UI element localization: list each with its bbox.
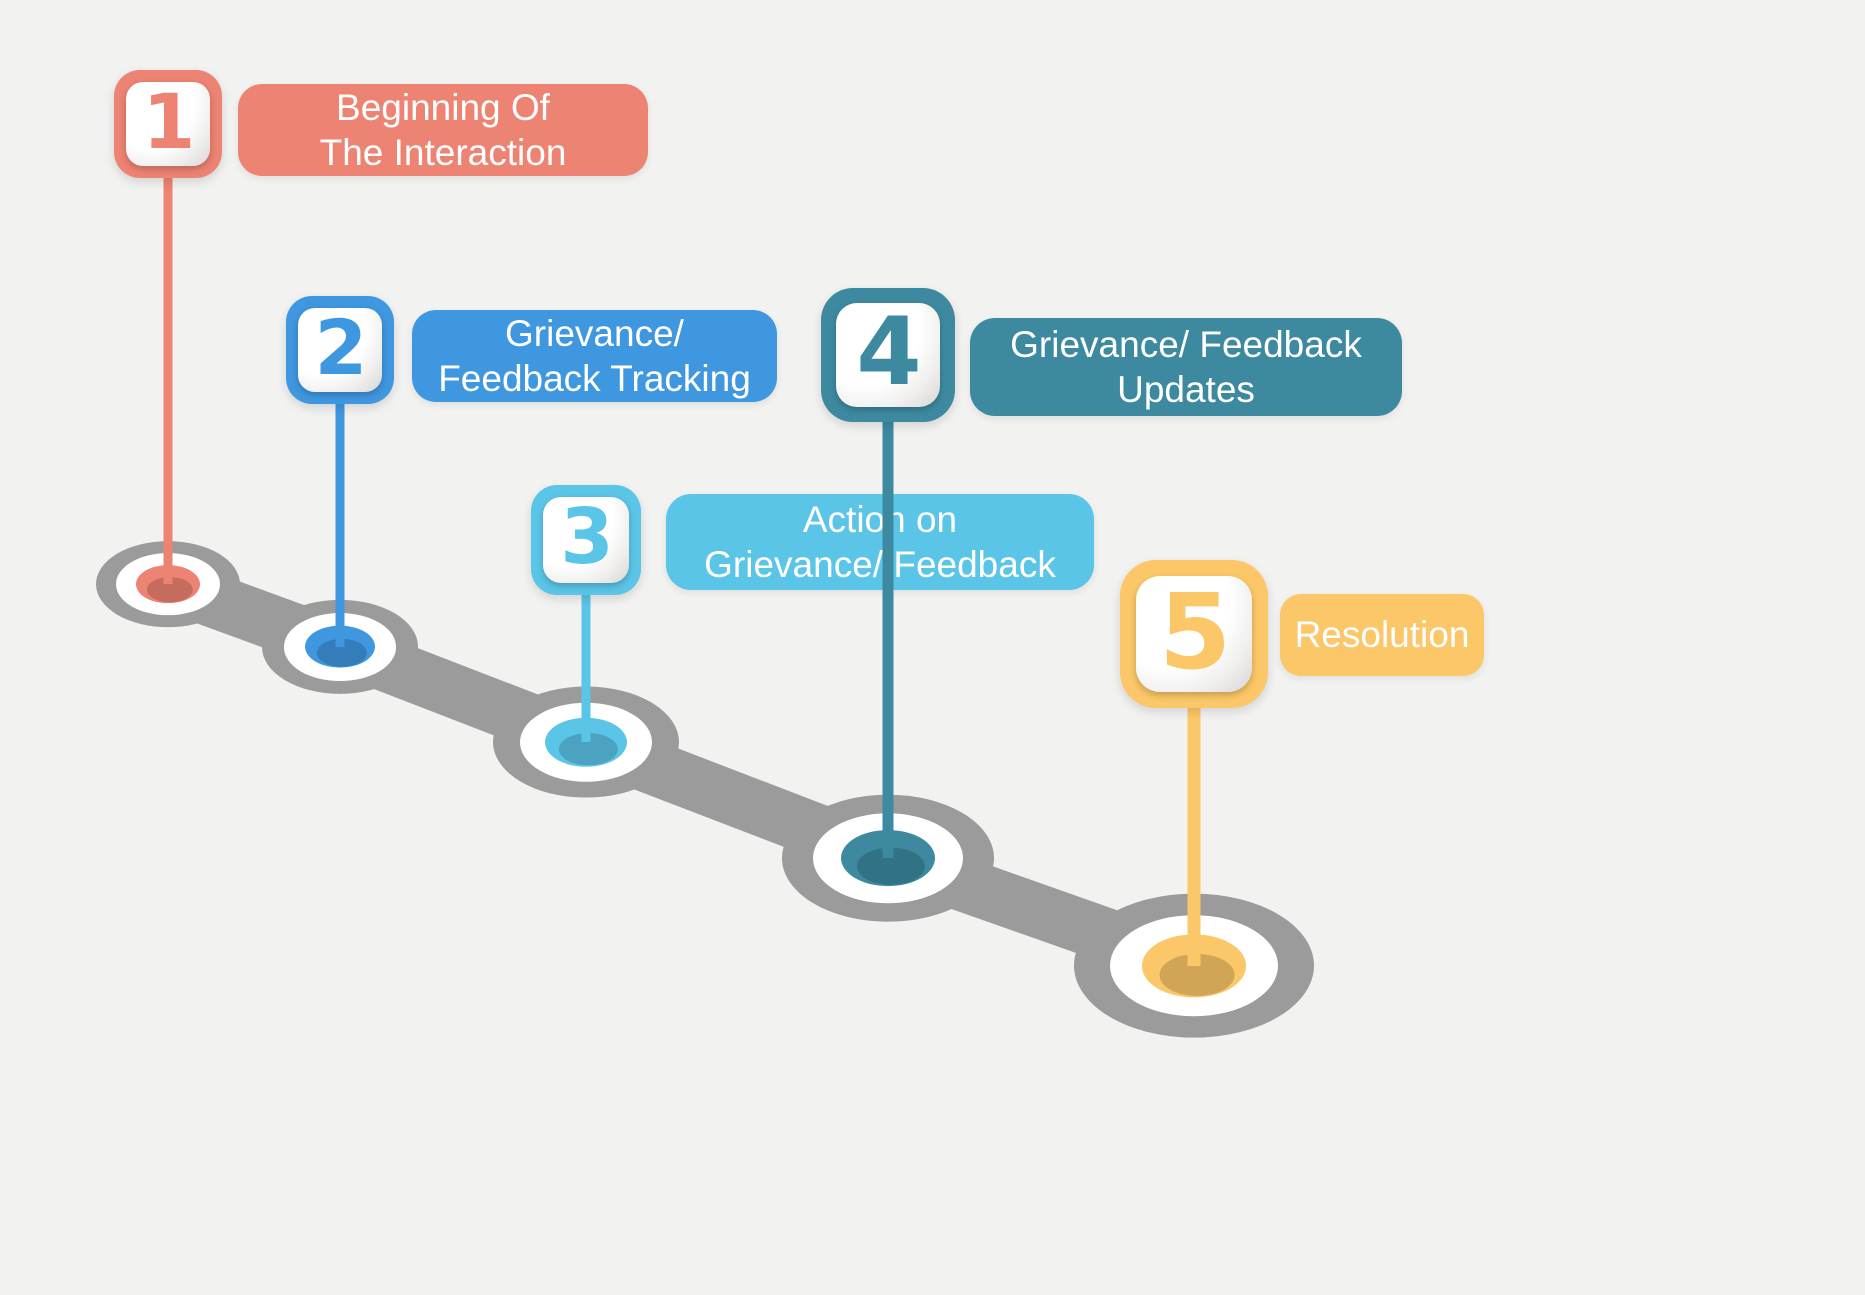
step-label-line: Grievance/ (505, 312, 684, 354)
step-number-4: 4 (856, 297, 921, 407)
step-label-3[interactable]: Action on Grievance/ Feedback (666, 494, 1094, 590)
connector-stem-1 (163, 178, 173, 584)
step-number-3: 3 (560, 493, 614, 583)
step-number-1: 1 (142, 76, 196, 166)
connector-stem-3 (581, 595, 591, 742)
step-badge-2[interactable]: 2 (286, 296, 394, 404)
step-label-4[interactable]: Grievance/ Feedback Updates (970, 318, 1402, 416)
step-badge-4[interactable]: 4 (821, 288, 955, 422)
step-label-1[interactable]: Beginning Of The Interaction (238, 84, 648, 176)
connector-stem-5 (1187, 708, 1201, 966)
step-label-line: Grievance/ Feedback (704, 544, 1056, 585)
step-label-line: Feedback Tracking (438, 358, 751, 399)
infographic-canvas: 1 Beginning Of The Interaction 2 Grievance/F… (0, 0, 1865, 1295)
step-number-5: 5 (1158, 571, 1231, 693)
connector-stem-2 (335, 404, 345, 647)
step-label-2[interactable]: Grievance/Feedback Tracking (412, 310, 777, 402)
step-label-line: The Interaction (319, 132, 567, 173)
step-label-5[interactable]: Resolution (1280, 594, 1484, 676)
step-badge-tile: 2 (297, 302, 383, 393)
step-badge-tile: 5 (1136, 571, 1252, 693)
step-badge-tile: 4 (835, 297, 941, 408)
step-label-line: Beginning Of (336, 86, 550, 128)
connector-stem-4 (882, 422, 894, 858)
step-label-line: Grievance/ Feedback (1010, 323, 1362, 365)
step-badge-tile: 3 (543, 497, 629, 583)
step-label-line: Updates (1117, 369, 1255, 410)
step-label-line: Action on (802, 498, 958, 540)
step-badge-3[interactable]: 3 (531, 485, 641, 595)
step-badge-tile: 1 (125, 76, 211, 167)
step-label-line: Resolution (1294, 614, 1470, 656)
step-number-2: 2 (314, 302, 368, 392)
step-badge-5[interactable]: 5 (1120, 560, 1268, 708)
step-badge-1[interactable]: 1 (114, 70, 222, 178)
